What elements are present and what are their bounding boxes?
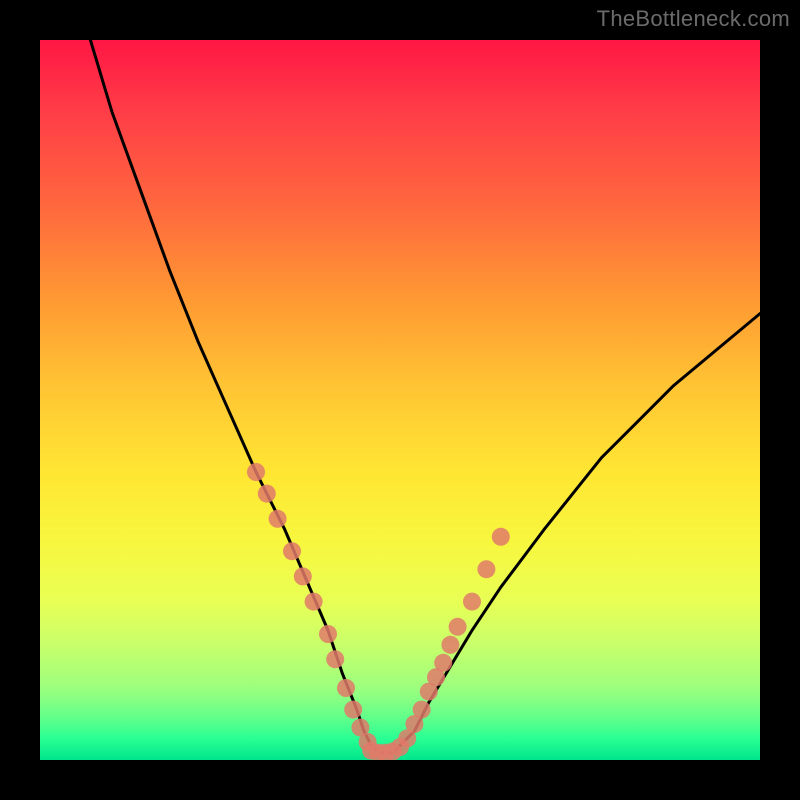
marker-dot bbox=[449, 618, 467, 636]
plot-area bbox=[40, 40, 760, 760]
watermark-text: TheBottleneck.com bbox=[597, 6, 790, 32]
marker-dot bbox=[441, 636, 459, 654]
curve-path bbox=[90, 40, 760, 753]
marker-dot bbox=[477, 560, 495, 578]
data-markers bbox=[247, 463, 510, 760]
marker-dot bbox=[319, 625, 337, 643]
marker-dot bbox=[258, 485, 276, 503]
marker-dot bbox=[269, 510, 287, 528]
marker-dot bbox=[337, 679, 355, 697]
marker-dot bbox=[294, 567, 312, 585]
marker-dot bbox=[413, 701, 431, 719]
chart-frame: TheBottleneck.com bbox=[0, 0, 800, 800]
marker-dot bbox=[434, 654, 452, 672]
marker-dot bbox=[492, 528, 510, 546]
marker-dot bbox=[283, 542, 301, 560]
marker-dot bbox=[463, 593, 481, 611]
bottleneck-curve bbox=[90, 40, 760, 753]
marker-dot bbox=[305, 593, 323, 611]
chart-svg bbox=[40, 40, 760, 760]
marker-dot bbox=[344, 701, 362, 719]
marker-dot bbox=[247, 463, 265, 481]
marker-dot bbox=[326, 650, 344, 668]
